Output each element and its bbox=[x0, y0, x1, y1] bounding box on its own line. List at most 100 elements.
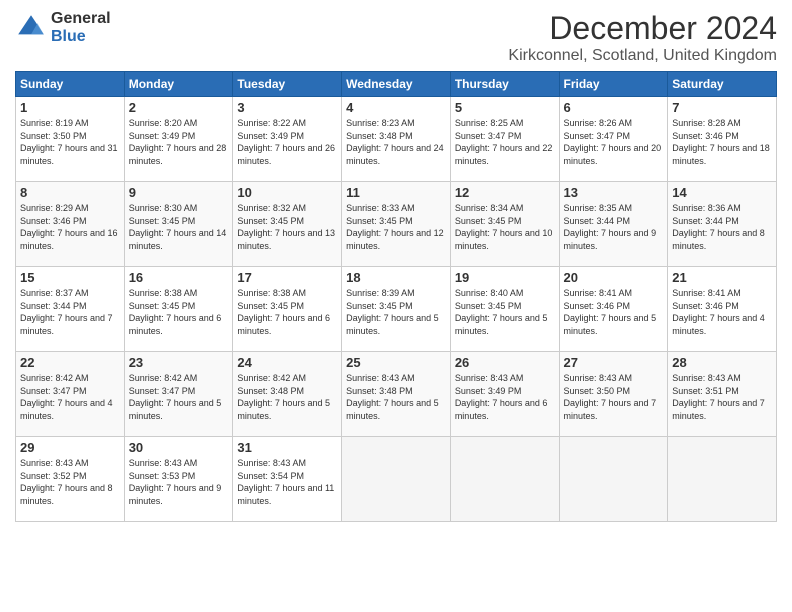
col-friday: Friday bbox=[559, 72, 668, 97]
day-number: 8 bbox=[20, 185, 120, 200]
col-thursday: Thursday bbox=[450, 72, 559, 97]
logo-general: General bbox=[51, 10, 111, 28]
table-row: 15Sunrise: 8:37 AMSunset: 3:44 PMDayligh… bbox=[16, 267, 125, 352]
day-number: 20 bbox=[564, 270, 664, 285]
table-row: 18Sunrise: 8:39 AMSunset: 3:45 PMDayligh… bbox=[342, 267, 451, 352]
day-detail: Sunrise: 8:42 AMSunset: 3:47 PMDaylight:… bbox=[129, 372, 229, 422]
day-number: 11 bbox=[346, 185, 446, 200]
day-detail: Sunrise: 8:26 AMSunset: 3:47 PMDaylight:… bbox=[564, 117, 664, 167]
day-detail: Sunrise: 8:23 AMSunset: 3:48 PMDaylight:… bbox=[346, 117, 446, 167]
day-detail: Sunrise: 8:43 AMSunset: 3:53 PMDaylight:… bbox=[129, 457, 229, 507]
week-row: 8 Sunrise: 8:29 AMSunset: 3:46 PMDaylight… bbox=[16, 182, 777, 267]
day-number: 22 bbox=[20, 355, 120, 370]
day-detail: Sunrise: 8:20 AMSunset: 3:49 PMDaylight:… bbox=[129, 117, 229, 167]
table-row: 4 Sunrise: 8:23 AMSunset: 3:48 PMDaylight… bbox=[342, 97, 451, 182]
title-block: December 2024 Kirkconnel, Scotland, Unit… bbox=[508, 10, 777, 65]
day-detail: Sunrise: 8:38 AMSunset: 3:45 PMDaylight:… bbox=[237, 287, 337, 337]
day-detail: Sunrise: 8:25 AMSunset: 3:47 PMDaylight:… bbox=[455, 117, 555, 167]
col-wednesday: Wednesday bbox=[342, 72, 451, 97]
day-number: 30 bbox=[129, 440, 229, 455]
day-detail: Sunrise: 8:28 AMSunset: 3:46 PMDaylight:… bbox=[672, 117, 772, 167]
week-row: 29 Sunrise: 8:43 AMSunset: 3:52 PMDayligh… bbox=[16, 437, 777, 522]
day-detail: Sunrise: 8:43 AMSunset: 3:52 PMDaylight:… bbox=[20, 457, 120, 507]
week-row: 15Sunrise: 8:37 AMSunset: 3:44 PMDayligh… bbox=[16, 267, 777, 352]
day-number: 28 bbox=[672, 355, 772, 370]
day-detail: Sunrise: 8:35 AMSunset: 3:44 PMDaylight:… bbox=[564, 202, 664, 252]
day-number: 31 bbox=[237, 440, 337, 455]
day-number: 10 bbox=[237, 185, 337, 200]
day-number: 6 bbox=[564, 100, 664, 115]
col-tuesday: Tuesday bbox=[233, 72, 342, 97]
day-detail: Sunrise: 8:37 AMSunset: 3:44 PMDaylight:… bbox=[20, 287, 120, 337]
table-row: 2Sunrise: 8:20 AMSunset: 3:49 PMDaylight… bbox=[124, 97, 233, 182]
page-container: General Blue December 2024 Kirkconnel, S… bbox=[0, 0, 792, 532]
table-row: 29 Sunrise: 8:43 AMSunset: 3:52 PMDayligh… bbox=[16, 437, 125, 522]
table-row: 8 Sunrise: 8:29 AMSunset: 3:46 PMDaylight… bbox=[16, 182, 125, 267]
day-number: 25 bbox=[346, 355, 446, 370]
day-number: 12 bbox=[455, 185, 555, 200]
table-row: 27 Sunrise: 8:43 AMSunset: 3:50 PMDayligh… bbox=[559, 352, 668, 437]
header-row: Sunday Monday Tuesday Wednesday Thursday… bbox=[16, 72, 777, 97]
location: Kirkconnel, Scotland, United Kingdom bbox=[508, 47, 777, 65]
day-detail: Sunrise: 8:43 AMSunset: 3:54 PMDaylight:… bbox=[237, 457, 337, 507]
table-row: 11Sunrise: 8:33 AMSunset: 3:45 PMDayligh… bbox=[342, 182, 451, 267]
table-row: 14Sunrise: 8:36 AMSunset: 3:44 PMDayligh… bbox=[668, 182, 777, 267]
day-detail: Sunrise: 8:19 AMSunset: 3:50 PMDaylight:… bbox=[20, 117, 120, 167]
calendar-table: Sunday Monday Tuesday Wednesday Thursday… bbox=[15, 71, 777, 522]
day-number: 16 bbox=[129, 270, 229, 285]
day-detail: Sunrise: 8:43 AMSunset: 3:51 PMDaylight:… bbox=[672, 372, 772, 422]
day-number: 3 bbox=[237, 100, 337, 115]
day-number: 13 bbox=[564, 185, 664, 200]
day-number: 29 bbox=[20, 440, 120, 455]
logo-icon bbox=[15, 12, 47, 44]
table-row: 26Sunrise: 8:43 AMSunset: 3:49 PMDayligh… bbox=[450, 352, 559, 437]
day-detail: Sunrise: 8:39 AMSunset: 3:45 PMDaylight:… bbox=[346, 287, 446, 337]
day-detail: Sunrise: 8:42 AMSunset: 3:47 PMDaylight:… bbox=[20, 372, 120, 422]
table-row: 28 Sunrise: 8:43 AMSunset: 3:51 PMDayligh… bbox=[668, 352, 777, 437]
table-row bbox=[559, 437, 668, 522]
table-row: 21 Sunrise: 8:41 AMSunset: 3:46 PMDayligh… bbox=[668, 267, 777, 352]
week-row: 22 Sunrise: 8:42 AMSunset: 3:47 PMDayligh… bbox=[16, 352, 777, 437]
day-number: 4 bbox=[346, 100, 446, 115]
day-detail: Sunrise: 8:40 AMSunset: 3:45 PMDaylight:… bbox=[455, 287, 555, 337]
col-sunday: Sunday bbox=[16, 72, 125, 97]
table-row: 24Sunrise: 8:42 AMSunset: 3:48 PMDayligh… bbox=[233, 352, 342, 437]
day-detail: Sunrise: 8:42 AMSunset: 3:48 PMDaylight:… bbox=[237, 372, 337, 422]
table-row: 25Sunrise: 8:43 AMSunset: 3:48 PMDayligh… bbox=[342, 352, 451, 437]
table-row bbox=[342, 437, 451, 522]
logo-text: General Blue bbox=[51, 10, 111, 45]
table-row: 19 Sunrise: 8:40 AMSunset: 3:45 PMDayligh… bbox=[450, 267, 559, 352]
day-detail: Sunrise: 8:41 AMSunset: 3:46 PMDaylight:… bbox=[672, 287, 772, 337]
day-number: 23 bbox=[129, 355, 229, 370]
day-number: 7 bbox=[672, 100, 772, 115]
table-row: 3 Sunrise: 8:22 AMSunset: 3:49 PMDaylight… bbox=[233, 97, 342, 182]
table-row: 6 Sunrise: 8:26 AMSunset: 3:47 PMDaylight… bbox=[559, 97, 668, 182]
col-saturday: Saturday bbox=[668, 72, 777, 97]
day-number: 17 bbox=[237, 270, 337, 285]
logo-blue: Blue bbox=[51, 28, 111, 46]
day-detail: Sunrise: 8:32 AMSunset: 3:45 PMDaylight:… bbox=[237, 202, 337, 252]
table-row: 22 Sunrise: 8:42 AMSunset: 3:47 PMDayligh… bbox=[16, 352, 125, 437]
day-number: 5 bbox=[455, 100, 555, 115]
month-title: December 2024 bbox=[508, 10, 777, 47]
day-number: 9 bbox=[129, 185, 229, 200]
day-number: 19 bbox=[455, 270, 555, 285]
day-detail: Sunrise: 8:43 AMSunset: 3:50 PMDaylight:… bbox=[564, 372, 664, 422]
table-row: 13 Sunrise: 8:35 AMSunset: 3:44 PMDayligh… bbox=[559, 182, 668, 267]
day-detail: Sunrise: 8:36 AMSunset: 3:44 PMDaylight:… bbox=[672, 202, 772, 252]
day-detail: Sunrise: 8:29 AMSunset: 3:46 PMDaylight:… bbox=[20, 202, 120, 252]
day-detail: Sunrise: 8:22 AMSunset: 3:49 PMDaylight:… bbox=[237, 117, 337, 167]
col-monday: Monday bbox=[124, 72, 233, 97]
table-row bbox=[450, 437, 559, 522]
table-row: 30 Sunrise: 8:43 AMSunset: 3:53 PMDayligh… bbox=[124, 437, 233, 522]
day-number: 1 bbox=[20, 100, 120, 115]
day-detail: Sunrise: 8:34 AMSunset: 3:45 PMDaylight:… bbox=[455, 202, 555, 252]
day-number: 27 bbox=[564, 355, 664, 370]
table-row: 5 Sunrise: 8:25 AMSunset: 3:47 PMDaylight… bbox=[450, 97, 559, 182]
day-detail: Sunrise: 8:38 AMSunset: 3:45 PMDaylight:… bbox=[129, 287, 229, 337]
day-detail: Sunrise: 8:41 AMSunset: 3:46 PMDaylight:… bbox=[564, 287, 664, 337]
table-row: 31 Sunrise: 8:43 AMSunset: 3:54 PMDayligh… bbox=[233, 437, 342, 522]
day-number: 21 bbox=[672, 270, 772, 285]
week-row: 1 Sunrise: 8:19 AMSunset: 3:50 PMDaylight… bbox=[16, 97, 777, 182]
table-row: 10 Sunrise: 8:32 AMSunset: 3:45 PMDayligh… bbox=[233, 182, 342, 267]
